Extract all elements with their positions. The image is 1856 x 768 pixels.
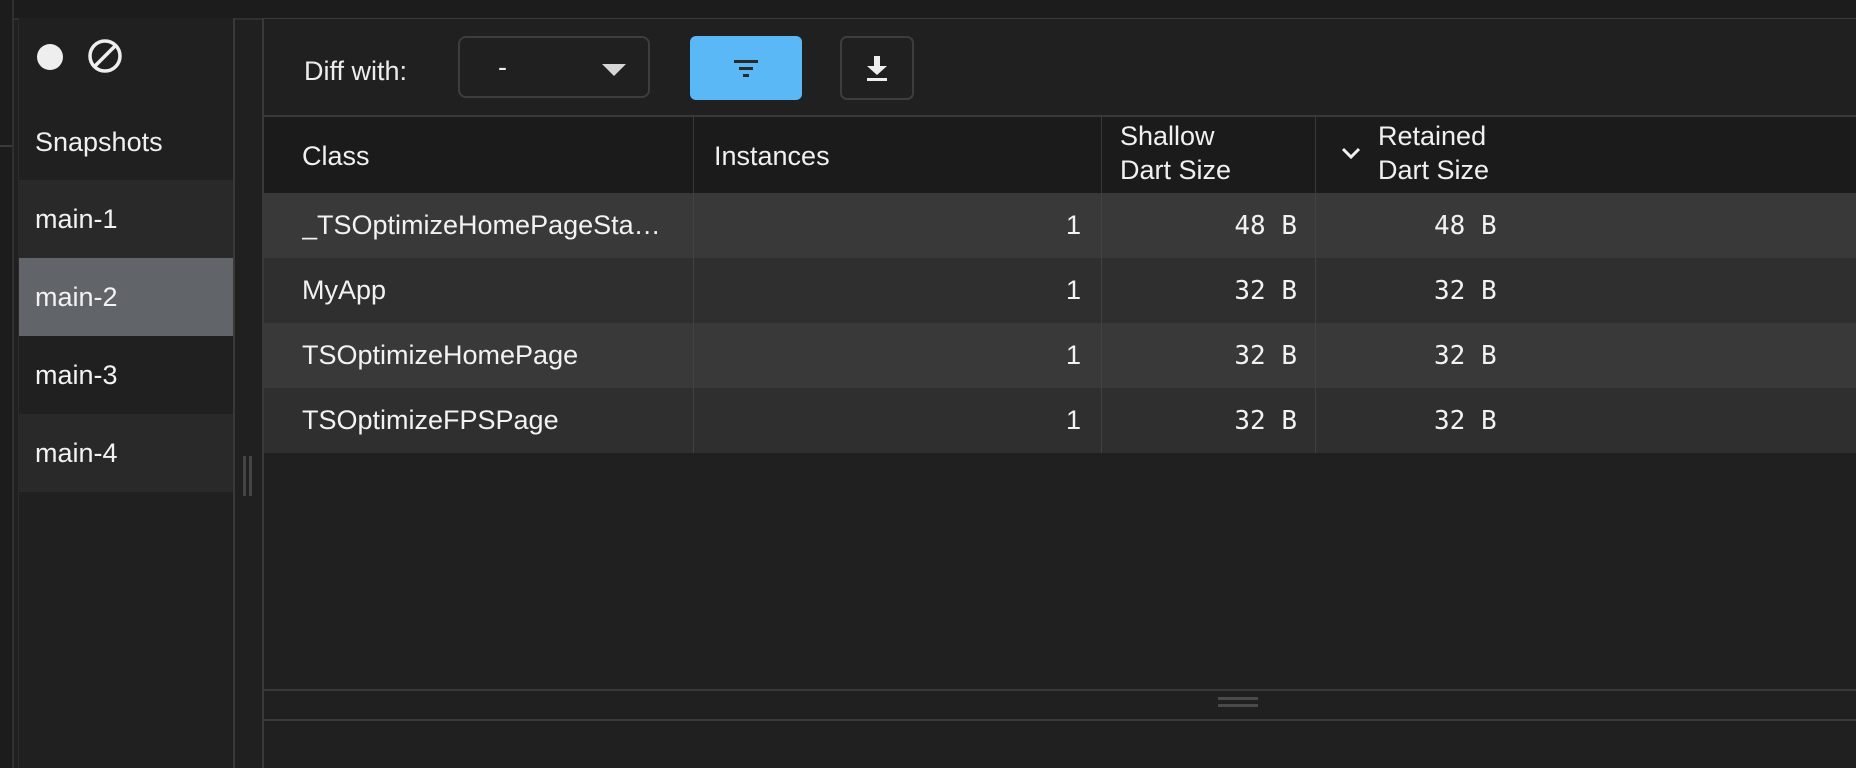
table-row[interactable]: TSOptimizeHomePage 1 32 B 32 B — [264, 323, 1856, 388]
table-row[interactable]: _TSOptimizeHomePageSta… 1 48 B 48 B — [264, 193, 1856, 258]
class-name: _TSOptimizeHomePageSta… — [302, 210, 661, 240]
diff-with-value: - — [498, 52, 507, 82]
shallow-size-cell: 32 B — [1102, 323, 1316, 388]
shallow-size-cell: 32 B — [1102, 258, 1316, 323]
column-header-shallow-size[interactable]: Shallow Dart Size — [1102, 117, 1316, 193]
snapshots-heading: Snapshots — [35, 127, 163, 157]
table-row[interactable]: MyApp 1 32 B 32 B — [264, 258, 1856, 323]
class-table: Class Instances Shallow Dart Size Retain… — [264, 115, 1856, 691]
diff-with-dropdown[interactable]: - — [458, 36, 650, 98]
class-name: TSOptimizeFPSPage — [302, 405, 559, 435]
sort-descending-icon — [1341, 147, 1361, 160]
header-line: Retained — [1378, 121, 1487, 151]
retaining-path-pane — [264, 721, 1856, 768]
class-cell: TSOptimizeFPSPage — [264, 388, 694, 453]
retained-size-cell: 32 B — [1434, 340, 1497, 371]
retained-size-cell: 32 B — [1434, 275, 1497, 306]
column-header-label: Class — [302, 141, 370, 171]
instances-cell: 1 — [694, 193, 1102, 258]
table-row[interactable]: TSOptimizeFPSPage 1 32 B 32 B — [264, 388, 1856, 453]
gutter-tick — [0, 145, 12, 147]
shallow-size-cell: 32 B — [1102, 388, 1316, 453]
instances-cell: 1 — [694, 388, 1102, 453]
snapshot-list: main-1 main-2 main-3 main-4 — [19, 180, 233, 492]
snapshot-label: main-2 — [35, 281, 118, 312]
block-icon — [88, 39, 122, 73]
vertical-split-handle[interactable] — [240, 456, 254, 496]
snapshot-item-main-4[interactable]: main-4 — [19, 414, 233, 492]
record-icon — [37, 44, 63, 70]
column-header-retained-size[interactable]: Retained Dart Size — [1316, 117, 1856, 193]
column-header-class[interactable]: Class — [264, 117, 694, 193]
top-tab-strip — [0, 0, 1856, 20]
retained-size-cell: 48 B — [1434, 210, 1497, 241]
clear-snapshots-button[interactable] — [83, 34, 127, 78]
class-cell: TSOptimizeHomePage — [264, 323, 694, 388]
table-header: Class Instances Shallow Dart Size Retain… — [264, 117, 1856, 193]
header-line: Shallow — [1120, 121, 1215, 151]
filter-button[interactable] — [690, 36, 802, 100]
snapshot-item-main-1[interactable]: main-1 — [19, 180, 233, 258]
caret-down-icon — [602, 64, 626, 76]
take-snapshot-button[interactable] — [33, 40, 67, 74]
download-csv-button[interactable] — [840, 36, 914, 100]
column-header-label: Retained Dart Size — [1378, 119, 1489, 187]
memory-snapshot-view: Snapshots main-1 main-2 main-3 main-4 Di… — [0, 0, 1856, 768]
snapshot-item-main-2[interactable]: main-2 — [19, 258, 233, 336]
column-header-label: Shallow Dart Size — [1120, 119, 1231, 187]
header-line: Dart Size — [1120, 155, 1232, 185]
class-cell: MyApp — [264, 258, 694, 323]
header-line: Dart Size — [1378, 155, 1490, 185]
shallow-size-cell: 48 B — [1102, 193, 1316, 258]
retained-size-cell: 32 B — [1434, 405, 1497, 436]
column-header-label: Instances — [714, 141, 830, 171]
snapshot-label: main-4 — [35, 437, 118, 468]
column-header-instances[interactable]: Instances — [694, 117, 1102, 193]
horizontal-split-handle[interactable] — [264, 691, 1856, 721]
toolbar: Diff with: - — [264, 19, 1856, 115]
diff-with-label: Diff with: — [304, 56, 408, 86]
snapshot-sidebar: Snapshots main-1 main-2 main-3 main-4 — [18, 18, 235, 768]
filter-icon — [734, 60, 758, 77]
class-name: MyApp — [302, 275, 387, 305]
instances-cell: 1 — [694, 258, 1102, 323]
snapshot-detail-panel: Diff with: - Class Instances Shallow Dar… — [262, 18, 1856, 768]
snapshot-label: main-3 — [35, 359, 118, 390]
class-name: TSOptimizeHomePage — [302, 340, 579, 370]
snapshot-item-main-3[interactable]: main-3 — [19, 336, 233, 414]
class-cell: _TSOptimizeHomePageSta… — [264, 193, 694, 258]
snapshot-label: main-1 — [35, 203, 118, 234]
instances-cell: 1 — [694, 323, 1102, 388]
table-body: _TSOptimizeHomePageSta… 1 48 B 48 B MyAp… — [264, 193, 1856, 453]
drag-handle-icon — [1218, 697, 1258, 713]
download-icon — [867, 56, 887, 81]
left-gutter — [0, 0, 14, 768]
